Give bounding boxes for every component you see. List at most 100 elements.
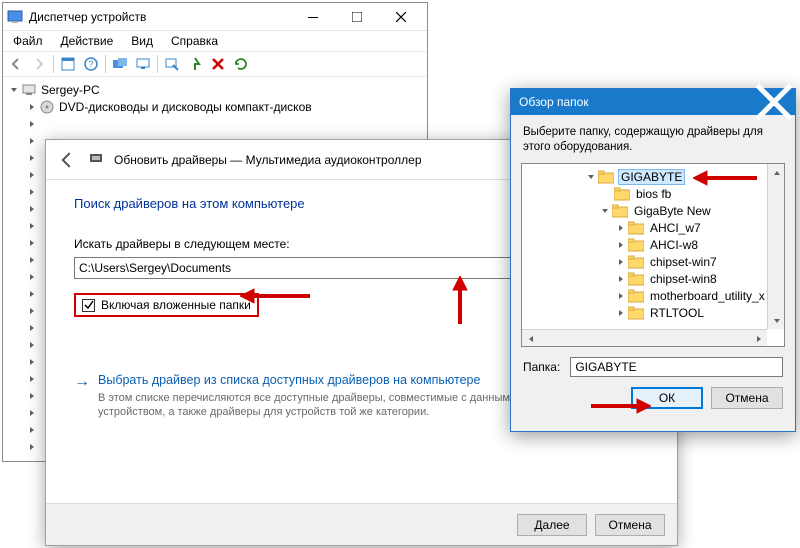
separator — [157, 55, 158, 73]
chevron-right-icon[interactable] — [27, 187, 37, 197]
folder-icon — [614, 187, 630, 201]
toolbar-window-icon[interactable] — [57, 53, 79, 75]
pick-driver-desc: В этом списке перечисляются все доступны… — [98, 391, 528, 419]
pick-driver-title: Выбрать драйвер из списка доступных драй… — [98, 373, 528, 387]
scroll-left-icon[interactable] — [522, 330, 539, 347]
device-manager-menubar: Файл Действие Вид Справка — [3, 31, 427, 51]
wizard-header-title: Обновить драйверы — Мультимедиа аудиокон… — [114, 153, 422, 167]
scroll-up-icon[interactable] — [768, 164, 785, 181]
include-subfolders-label: Включая вложенные папки — [101, 298, 251, 312]
wizard-footer: Далее Отмена — [46, 503, 677, 545]
folder-item-gigabyte[interactable]: GIGABYTE — [522, 168, 785, 185]
chevron-right-icon[interactable] — [27, 153, 37, 163]
folder-path-input[interactable]: GIGABYTE — [570, 357, 783, 377]
chevron-right-icon[interactable] — [27, 408, 37, 418]
tree-root[interactable]: Sergey-PC — [7, 81, 427, 98]
folder-tree[interactable]: GIGABYTE bios fb GigaByte New AHCI_w7 AH… — [521, 163, 785, 347]
chevron-down-icon[interactable] — [9, 85, 19, 95]
folder-item-chipset-win7[interactable]: chipset-win7 — [522, 253, 785, 270]
scroll-right-icon[interactable] — [750, 330, 767, 347]
toolbar-back-icon[interactable] — [5, 53, 27, 75]
chevron-right-icon[interactable] — [27, 306, 37, 316]
chevron-right-icon[interactable] — [27, 136, 37, 146]
chevron-right-icon[interactable] — [27, 374, 37, 384]
tree-node-label: DVD-дисководы и дисководы компакт-дисков — [59, 100, 312, 114]
chevron-right-icon[interactable] — [27, 391, 37, 401]
chevron-right-icon[interactable] — [616, 292, 626, 300]
driver-path-value: C:\Users\Sergey\Documents — [79, 261, 231, 275]
maximize-button[interactable] — [335, 3, 379, 31]
toolbar-monitor-icon[interactable] — [132, 53, 154, 75]
chevron-down-icon[interactable] — [586, 173, 596, 181]
chevron-right-icon[interactable] — [27, 289, 37, 299]
chevron-right-icon[interactable] — [27, 255, 37, 265]
ok-button[interactable]: ОК — [631, 387, 703, 409]
toolbar-uninstall-icon[interactable] — [207, 53, 229, 75]
chevron-right-icon[interactable] — [27, 357, 37, 367]
folder-item-mb-utility[interactable]: motherboard_utility_x — [522, 287, 785, 304]
folder-path-value: GIGABYTE — [575, 360, 636, 374]
menu-action[interactable]: Действие — [53, 32, 122, 50]
folder-label: GigaByte New — [632, 204, 713, 218]
device-manager-titlebar[interactable]: Диспетчер устройств — [3, 3, 427, 31]
chevron-right-icon[interactable] — [27, 102, 37, 112]
chevron-right-icon[interactable] — [27, 425, 37, 435]
menu-view[interactable]: Вид — [123, 32, 161, 50]
toolbar-help-icon[interactable]: ? — [80, 53, 102, 75]
folder-item-bios-fb[interactable]: bios fb — [522, 185, 785, 202]
chevron-down-icon[interactable] — [600, 207, 610, 215]
chevron-right-icon[interactable] — [27, 170, 37, 180]
chevron-right-icon[interactable] — [616, 241, 626, 249]
vertical-scrollbar[interactable] — [767, 164, 784, 329]
chevron-right-icon[interactable] — [616, 258, 626, 266]
driver-path-combobox[interactable]: C:\Users\Sergey\Documents — [74, 257, 569, 279]
back-arrow-icon[interactable] — [56, 149, 78, 171]
folder-icon — [628, 289, 644, 303]
chevron-right-icon[interactable] — [27, 119, 37, 129]
folder-label: AHCI_w7 — [648, 221, 703, 235]
next-button[interactable]: Далее — [517, 514, 587, 536]
device-manager-icon — [7, 9, 23, 25]
cancel-button[interactable]: Отмена — [711, 387, 783, 409]
folder-item-rtltool[interactable]: RTLTOOL — [522, 304, 785, 321]
toolbar-devices-icon[interactable] — [109, 53, 131, 75]
chevron-right-icon[interactable] — [27, 204, 37, 214]
chevron-right-icon[interactable] — [27, 340, 37, 350]
minimize-button[interactable] — [291, 3, 335, 31]
chevron-right-icon[interactable] — [616, 275, 626, 283]
cancel-button[interactable]: Отмена — [595, 514, 665, 536]
folder-browse-titlebar[interactable]: Обзор папок — [511, 89, 795, 115]
toolbar-refresh-icon[interactable] — [230, 53, 252, 75]
folder-item-ahci-w8[interactable]: AHCI-w8 — [522, 236, 785, 253]
folder-item-ahci-w7[interactable]: AHCI_w7 — [522, 219, 785, 236]
horizontal-scrollbar[interactable] — [522, 329, 767, 346]
chevron-right-icon[interactable] — [27, 221, 37, 231]
tree-node-collapsed[interactable] — [25, 115, 427, 132]
chevron-right-icon[interactable] — [27, 323, 37, 333]
chevron-right-icon[interactable] — [616, 224, 626, 232]
folder-icon — [628, 238, 644, 252]
chevron-right-icon[interactable] — [27, 272, 37, 282]
close-button[interactable] — [379, 3, 423, 31]
toolbar-enable-icon[interactable] — [184, 53, 206, 75]
folder-label: chipset-win7 — [648, 255, 719, 269]
toolbar-scan-icon[interactable] — [161, 53, 183, 75]
include-subfolders-checkbox[interactable] — [82, 299, 95, 312]
menu-help[interactable]: Справка — [163, 32, 226, 50]
toolbar-forward-icon[interactable] — [28, 53, 50, 75]
folder-path-label: Папка: — [523, 360, 560, 374]
include-subfolders-row[interactable]: Включая вложенные папки — [74, 293, 259, 317]
folder-item-gigabyte-new[interactable]: GigaByte New — [522, 202, 785, 219]
menu-file[interactable]: Файл — [5, 32, 51, 50]
folder-item-chipset-win8[interactable]: chipset-win8 — [522, 270, 785, 287]
chevron-right-icon[interactable] — [27, 442, 37, 452]
folder-browse-title: Обзор папок — [519, 95, 589, 109]
chevron-right-icon[interactable] — [616, 309, 626, 317]
folder-icon — [628, 255, 644, 269]
scroll-down-icon[interactable] — [768, 312, 785, 329]
close-icon[interactable] — [753, 89, 795, 115]
chevron-right-icon[interactable] — [27, 238, 37, 248]
folder-label: AHCI-w8 — [648, 238, 700, 252]
device-manager-title: Диспетчер устройств — [29, 10, 291, 24]
tree-node-dvd[interactable]: DVD-дисководы и дисководы компакт-дисков — [25, 98, 427, 115]
